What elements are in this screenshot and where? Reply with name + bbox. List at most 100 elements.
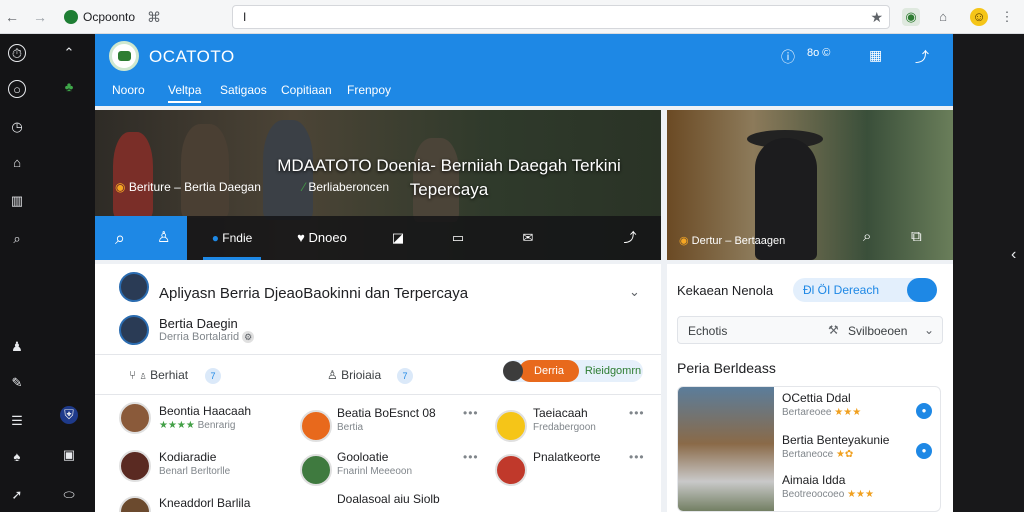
avatar[interactable]: [119, 496, 151, 512]
leaf-icon[interactable]: ♣: [60, 78, 78, 96]
list-item-title[interactable]: Beatia BoEsnct 08: [337, 406, 436, 420]
notification-icon[interactable]: ▣: [60, 446, 78, 464]
avatar[interactable]: [119, 315, 149, 345]
list-item-title[interactable]: OCettia Ddal: [782, 391, 851, 405]
tab-title[interactable]: Ocpoonto: [83, 10, 135, 24]
expand-icon[interactable]: ⧉: [911, 228, 922, 245]
info-icon[interactable]: ●: [916, 443, 932, 459]
comment-button[interactable]: ✉: [513, 216, 543, 260]
more-icon[interactable]: •••: [463, 406, 479, 420]
avatar[interactable]: [119, 450, 151, 482]
app-header: OCATOTO ⓘ 8o © ▦ ⤴ Nooro Veltpa Satigaos…: [95, 34, 953, 106]
tab-friends[interactable]: Frenpoy: [347, 83, 391, 97]
list-item-title[interactable]: Kneaddorl Barlila: [159, 496, 250, 510]
profile-avatar-icon[interactable]: ☺: [970, 8, 988, 26]
home-icon[interactable]: ⌂: [8, 154, 26, 172]
hero-banner[interactable]: MDAATOTO Doenia- Berniiah Daegah Terkini…: [95, 110, 661, 260]
bookmark-star-icon[interactable]: ★: [870, 9, 883, 26]
list-item-title[interactable]: Pnalatkeorte: [533, 450, 600, 464]
side-hero-tag[interactable]: ◉ Dertur – Bertaagen: [679, 234, 785, 247]
send-icon[interactable]: ➚: [8, 486, 26, 504]
info-icon[interactable]: ●: [916, 403, 932, 419]
extension-puzzle-icon[interactable]: ⌂: [934, 8, 952, 26]
right-panel: Kekaean Nenola Ðl ÖI Dereach Echotis ⚒ S…: [667, 264, 953, 512]
search-icon[interactable]: ⌕: [863, 228, 871, 245]
panel-select[interactable]: Echotis ⚒ Svilboeoen ⌄: [677, 316, 943, 344]
toolbar-find-button[interactable]: ● Fndie: [203, 216, 261, 260]
clock-icon[interactable]: ◷: [8, 118, 26, 136]
chevron-left-icon[interactable]: ‹: [1011, 246, 1016, 264]
chat-icon[interactable]: ⬭: [60, 486, 78, 504]
more-icon[interactable]: •••: [463, 450, 479, 464]
compass-icon[interactable]: ○: [8, 80, 26, 98]
main-feed-card: Apliyasn Berria DjeaoBaokinni dan Terper…: [95, 264, 661, 512]
chevron-down-icon[interactable]: ⌄: [629, 284, 640, 300]
tab-home[interactable]: Nooro: [112, 83, 145, 97]
list-item-sub: Fredabergoon: [533, 422, 596, 433]
forward-button[interactable]: →: [32, 9, 48, 25]
panel-toggle[interactable]: [907, 278, 937, 302]
pen-icon[interactable]: ✎: [8, 374, 26, 392]
card-button[interactable]: ▭: [443, 216, 473, 260]
bell-icon[interactable]: ♠: [8, 448, 26, 466]
tab-categories[interactable]: Satigaos: [220, 83, 267, 97]
list-icon[interactable]: ☰: [8, 412, 26, 430]
tab-collection[interactable]: Copitiaan: [281, 83, 332, 97]
search-button[interactable]: ⌕ ♙: [95, 216, 187, 260]
feed-subheading[interactable]: Bertia Daegin: [159, 316, 238, 331]
more-icon[interactable]: •••: [629, 406, 645, 420]
card-icon: ▭: [451, 230, 465, 245]
hero-tag[interactable]: ◉ Beriture – Bertia Daegan: [115, 180, 261, 194]
avatar[interactable]: [119, 272, 149, 302]
extension-shield-icon[interactable]: ◉: [902, 8, 920, 26]
filter-toggle-left[interactable]: Derria: [519, 360, 579, 382]
list-item-title[interactable]: Aimaia Idda: [782, 473, 845, 487]
thumbnail-image[interactable]: [678, 387, 774, 511]
hero-tag-secondary[interactable]: ⁄ Berliaberoncen: [303, 180, 389, 194]
avatar[interactable]: [119, 402, 151, 434]
avatar[interactable]: [495, 454, 527, 486]
info-icon[interactable]: ⓘ: [781, 47, 795, 67]
shield-icon[interactable]: ⛨: [60, 406, 78, 424]
tab-bookmark-icon[interactable]: ⌘: [146, 9, 162, 25]
search-icon[interactable]: ⌕: [8, 230, 26, 248]
header-status: 8o ©: [807, 47, 831, 59]
list-item-title[interactable]: Bertia Benteyakunie: [782, 433, 889, 447]
settings-icon[interactable]: ⚙: [242, 331, 255, 343]
toolbar-video-label: Dnoeo: [308, 230, 347, 245]
more-icon[interactable]: •••: [629, 450, 645, 464]
filter-toggle-right[interactable]: Rieidgomrn: [583, 360, 643, 382]
columns-icon[interactable]: ▥: [8, 192, 26, 210]
back-button[interactable]: ←: [4, 9, 20, 25]
fork-icon: ⑂ ♙: [129, 368, 151, 382]
address-bar[interactable]: I ★: [232, 5, 890, 29]
avatar[interactable]: [300, 454, 332, 486]
list-item-title[interactable]: Kodiaradie: [159, 450, 216, 464]
share-button[interactable]: ⤴: [615, 216, 645, 260]
grid-icon[interactable]: ▦: [869, 47, 882, 64]
filter-people[interactable]: ⑂ ♙ Berhiat: [129, 368, 188, 382]
list-item-title[interactable]: Doalasoal aiu Siolb: [337, 492, 440, 506]
bookmark-button[interactable]: ◪: [383, 216, 413, 260]
tab-videos[interactable]: Veltpa: [168, 83, 202, 103]
history-icon[interactable]: ⏱: [8, 44, 26, 62]
avatar[interactable]: [300, 410, 332, 442]
person-icon[interactable]: ♟: [8, 338, 26, 356]
list-item-title[interactable]: Taeiacaah: [533, 406, 588, 420]
rating-stars-icon: ★★★: [834, 407, 862, 418]
left-sidebar: ⏱ ⌃ ○ ♣ ◷ ⌂ ▥ ⌕ ♟ ✎ ☰ ⛨ ♠ ▣ ➚ ⬭: [0, 34, 95, 512]
list-item-title[interactable]: Gooloatie: [337, 450, 388, 464]
chat-bubble-icon: ●: [211, 231, 223, 245]
side-hero-image[interactable]: ◉ Dertur – Bertaagen ⌕ ⧉: [667, 110, 953, 260]
collapse-icon[interactable]: ⌃: [60, 44, 78, 62]
app-logo[interactable]: [109, 41, 139, 71]
toolbar-video-button[interactable]: ♥ Dnoeo: [291, 216, 353, 260]
avatar[interactable]: [495, 410, 527, 442]
share-icon[interactable]: ⤴: [915, 47, 929, 67]
list-item-title[interactable]: Beontia Haacaah: [159, 404, 251, 418]
menu-dots-icon[interactable]: ⋮: [998, 8, 1016, 26]
filter-location[interactable]: ♙ Brioiaia: [327, 368, 381, 382]
filter-toggle[interactable]: Derria Rieidgomrn: [503, 360, 643, 382]
filter-people-label: Berhiat: [150, 368, 189, 382]
list-item-sub: Bertaneoce: [782, 449, 834, 460]
